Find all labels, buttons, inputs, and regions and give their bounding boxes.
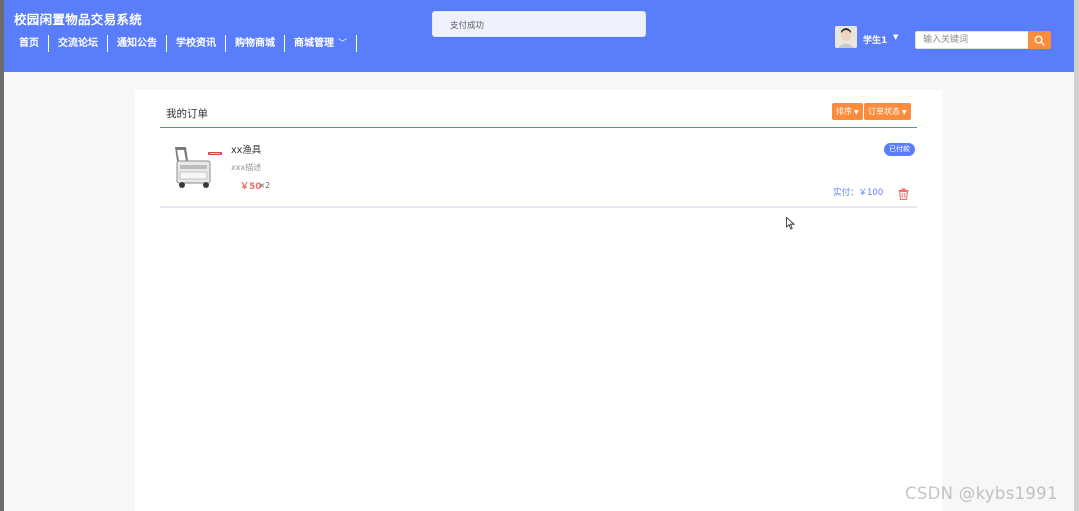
delete-icon[interactable] [898, 185, 909, 201]
avatar[interactable] [835, 26, 857, 48]
caret-down-icon: ▼ [902, 109, 907, 116]
window-edge-left [0, 0, 4, 511]
sort-button[interactable]: 排序 ▼ [832, 103, 863, 120]
nav-item-home[interactable]: 首页 [10, 35, 49, 52]
user-name[interactable]: 学生1 [863, 33, 887, 46]
avatar-image [835, 26, 857, 48]
product-image-graphic [175, 147, 222, 188]
nav-item-mall-admin[interactable]: 商城管理 ﹀ [285, 35, 358, 52]
order-status-filter-button[interactable]: 订单状态 ▼ [864, 103, 911, 120]
toast-text: 支付成功 [450, 21, 485, 31]
main-nav: 首页 交流论坛 通知公告 学校资讯 购物商城 商城管理 ﹀ [10, 35, 358, 52]
trash-icon [898, 188, 909, 201]
toast-message: 支付成功 [432, 11, 646, 37]
product-quantity: ×2 [259, 181, 271, 190]
caret-down-icon[interactable]: ▼ [893, 33, 898, 41]
search-icon [1034, 35, 1045, 46]
product-description: xxx描述 [231, 163, 262, 172]
search-input[interactable] [915, 31, 1028, 49]
nav-item-forum[interactable]: 交流论坛 [49, 35, 108, 52]
product-image[interactable] [172, 144, 224, 196]
nav-item-notices[interactable]: 通知公告 [108, 35, 167, 52]
product-name[interactable]: xx渔具 [231, 142, 261, 156]
site-title: 校园闲置物品交易系统 [14, 12, 143, 27]
page-title: 我的订单 [166, 108, 208, 120]
orders-card: 我的订单 排序 ▼ 订单状态 ▼ xx渔具 xxx描述 ￥50 ×2 已付款 实付：… [135, 90, 942, 511]
paid-amount: 实付：￥100 [833, 188, 884, 198]
nav-item-news[interactable]: 学校资讯 [167, 35, 226, 52]
scrollbar-track[interactable] [1074, 0, 1079, 511]
order-status-filter-label: 订单状态 [868, 107, 900, 116]
search-button[interactable] [1028, 31, 1051, 49]
nav-item-mall-admin-label: 商城管理 [294, 38, 334, 49]
order-item[interactable]: xx渔具 xxx描述 ￥50 ×2 已付款 实付：￥100 [160, 128, 917, 208]
status-badge: 已付款 [884, 143, 915, 156]
caret-down-icon: ▼ [854, 109, 859, 116]
watermark: CSDN @kybs1991 [905, 484, 1058, 503]
mouse-cursor-icon [786, 215, 796, 230]
sort-button-label: 排序 [836, 107, 852, 116]
nav-item-mall[interactable]: 购物商城 [226, 35, 285, 52]
chevron-down-icon: ﹀ [338, 39, 348, 49]
